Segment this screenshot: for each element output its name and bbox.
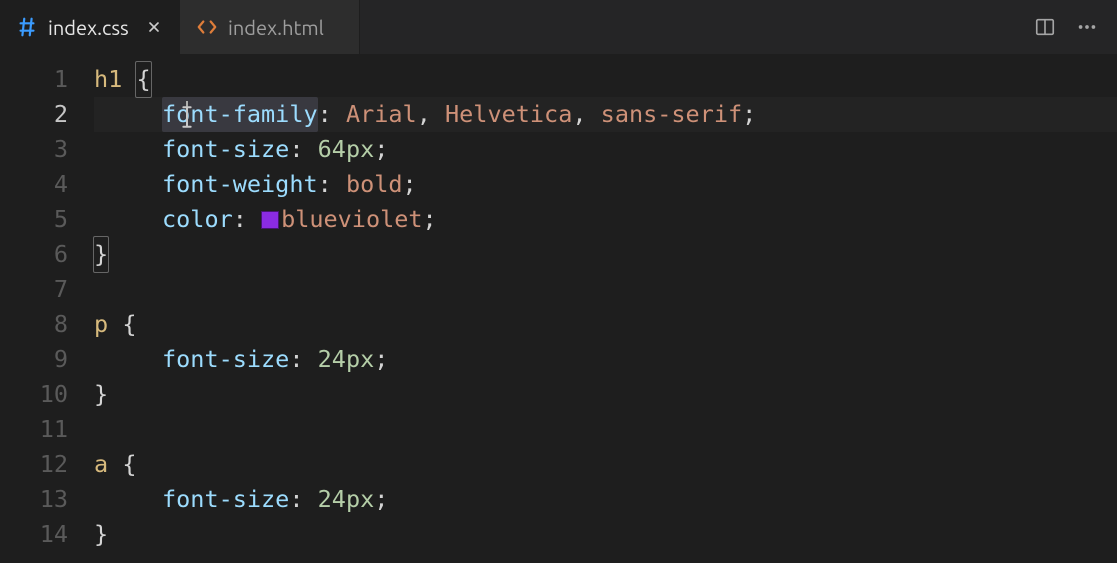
tab-index-html[interactable]: index.html [180,0,360,54]
token-sp [108,447,122,482]
token-brace: { [136,62,150,97]
token-prop: font-size [162,342,289,377]
token-prop: font-size [162,132,289,167]
token-val: Arial [346,97,417,132]
token-sp [431,97,445,132]
token-val: Helvetica [445,97,572,132]
token-punc: : [233,202,247,237]
tab-bar: index.css index.html [0,0,1117,54]
code-line[interactable] [94,412,1117,447]
code-line[interactable]: color: blueviolet; [94,202,1117,237]
token-unit: px [346,342,374,377]
code-line[interactable]: a { [94,447,1117,482]
token-brace: } [94,237,108,272]
line-number[interactable]: 3 [0,132,68,167]
token-punc: ; [403,167,417,202]
token-prop: font-size [162,482,289,517]
line-number[interactable]: 2 [0,97,68,132]
token-num: 24 [318,342,346,377]
token-sel: h1 [94,62,122,97]
code-editor[interactable]: 1234567891011121314 h1 {font-family: Ari… [0,54,1117,563]
token-val: bold [346,167,403,202]
code-line[interactable]: font-weight: bold; [94,167,1117,202]
close-icon[interactable] [143,16,165,38]
token-punc: ; [423,202,437,237]
token-sp [304,342,318,377]
token-brace: { [122,307,136,342]
token-punc: ; [742,97,756,132]
code-line[interactable]: font-family: Arial, Helvetica, sans-seri… [94,97,1117,132]
tab-bar-actions [1015,0,1117,54]
token-sel: p [94,307,108,342]
token-sp [108,307,122,342]
css-hash-icon [16,16,38,38]
code-line[interactable] [94,272,1117,307]
line-number[interactable]: 12 [0,447,68,482]
line-number[interactable]: 9 [0,342,68,377]
token-punc: : [289,482,303,517]
line-number[interactable]: 5 [0,202,68,237]
token-punc: ; [374,132,388,167]
token-val: blueviolet [281,202,422,237]
token-punc: : [318,167,332,202]
token-brace: { [122,447,136,482]
split-editor-icon[interactable] [1033,15,1057,39]
code-line[interactable]: font-size: 64px; [94,132,1117,167]
token-sp [304,132,318,167]
html-brackets-icon [196,16,218,38]
line-number[interactable]: 8 [0,307,68,342]
line-number[interactable]: 6 [0,237,68,272]
token-sp [587,97,601,132]
code-line[interactable]: font-size: 24px; [94,342,1117,377]
code-area[interactable]: h1 {font-family: Arial, Helvetica, sans-… [94,54,1117,563]
token-unit: px [346,482,374,517]
minimap[interactable] [1095,58,1117,538]
token-val: sans-serif [601,97,742,132]
line-number[interactable]: 4 [0,167,68,202]
more-icon[interactable] [1075,15,1099,39]
line-number[interactable]: 7 [0,272,68,307]
token-prop: font-weight [162,167,318,202]
code-line[interactable]: h1 { [94,62,1117,97]
token-num: 24 [318,482,346,517]
token-brace: } [94,377,108,412]
token-punc: : [318,97,332,132]
code-line[interactable]: } [94,237,1117,272]
token-num: 64 [318,132,346,167]
token-sel: a [94,447,108,482]
token-punc: : [289,132,303,167]
token-sp [247,202,261,237]
tab-index-css[interactable]: index.css [0,0,180,54]
token-punc: : [289,342,303,377]
token-punc: ; [374,342,388,377]
token-prop: color [162,202,233,237]
tab-label: index.css [48,16,129,39]
token-sp [122,62,136,97]
line-number[interactable]: 10 [0,377,68,412]
line-number[interactable]: 14 [0,517,68,552]
line-number-gutter[interactable]: 1234567891011121314 [0,54,94,563]
color-swatch[interactable] [261,211,279,229]
token-unit: px [346,132,374,167]
code-line[interactable]: } [94,377,1117,412]
code-line[interactable]: p { [94,307,1117,342]
line-number[interactable]: 11 [0,412,68,447]
token-punc: , [417,97,431,132]
token-sp [304,482,318,517]
token-sp [332,167,346,202]
token-punc: ; [374,482,388,517]
code-line[interactable]: } [94,517,1117,552]
line-number[interactable]: 1 [0,62,68,97]
token-brace: } [94,517,108,552]
text-cursor [186,101,188,127]
token-punc: , [572,97,586,132]
code-line[interactable]: font-size: 24px; [94,482,1117,517]
tab-label: index.html [228,16,324,39]
line-number[interactable]: 13 [0,482,68,517]
token-sp [332,97,346,132]
